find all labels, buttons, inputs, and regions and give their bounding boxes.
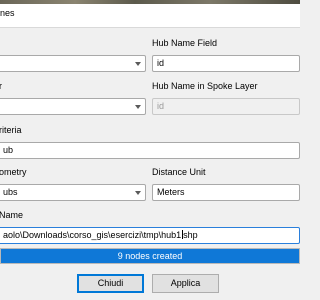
chevron-down-icon xyxy=(135,105,141,109)
distance-unit-value: Meters xyxy=(157,187,185,197)
hub-name-spoke-label: Hub Name in Spoke Layer xyxy=(152,81,258,91)
progress-text: 9 nodes created xyxy=(117,251,183,261)
geometry-combo[interactable]: ubs xyxy=(0,184,146,201)
criteria-value: ub xyxy=(3,145,14,155)
spoke-layer-label: r xyxy=(0,81,2,91)
spoke-layer-combo[interactable] xyxy=(0,98,146,115)
progress-bar: 9 nodes created xyxy=(0,248,300,264)
hub-name-spoke-input: id xyxy=(152,98,300,115)
output-path-after-cursor: shp xyxy=(183,230,198,240)
chevron-down-icon xyxy=(135,62,141,66)
title-bar: nes xyxy=(0,0,300,27)
output-label: Name xyxy=(0,210,24,220)
window-title: nes xyxy=(0,8,15,18)
hub-name-spoke-value: id xyxy=(157,101,165,111)
close-button[interactable]: Chiudi xyxy=(77,274,144,293)
chevron-down-icon xyxy=(135,191,141,195)
output-path-before-cursor: aolo\Downloads\corso_gis\esercizi\tmp\hu… xyxy=(3,230,182,240)
apply-button[interactable]: Applica xyxy=(152,274,219,293)
background-photo-strip xyxy=(0,0,300,4)
hub-name-field-input[interactable]: id xyxy=(152,55,300,72)
geometry-label: ometry xyxy=(0,167,27,177)
hub-layer-combo[interactable] xyxy=(0,55,146,72)
distance-unit-label: Distance Unit xyxy=(152,167,206,177)
hub-distance-dialog: Hub Name Field id r Hub Name in Spoke La… xyxy=(0,27,300,300)
geometry-value: ubs xyxy=(3,187,18,197)
output-path-input[interactable]: aolo\Downloads\corso_gis\esercizi\tmp\hu… xyxy=(0,227,300,244)
hub-name-field-label: Hub Name Field xyxy=(152,38,218,48)
criteria-label: riteria xyxy=(0,125,22,135)
distance-unit-combo[interactable]: Meters xyxy=(152,184,300,201)
criteria-combo[interactable]: ub xyxy=(0,142,300,159)
hub-name-field-value: id xyxy=(157,58,165,68)
